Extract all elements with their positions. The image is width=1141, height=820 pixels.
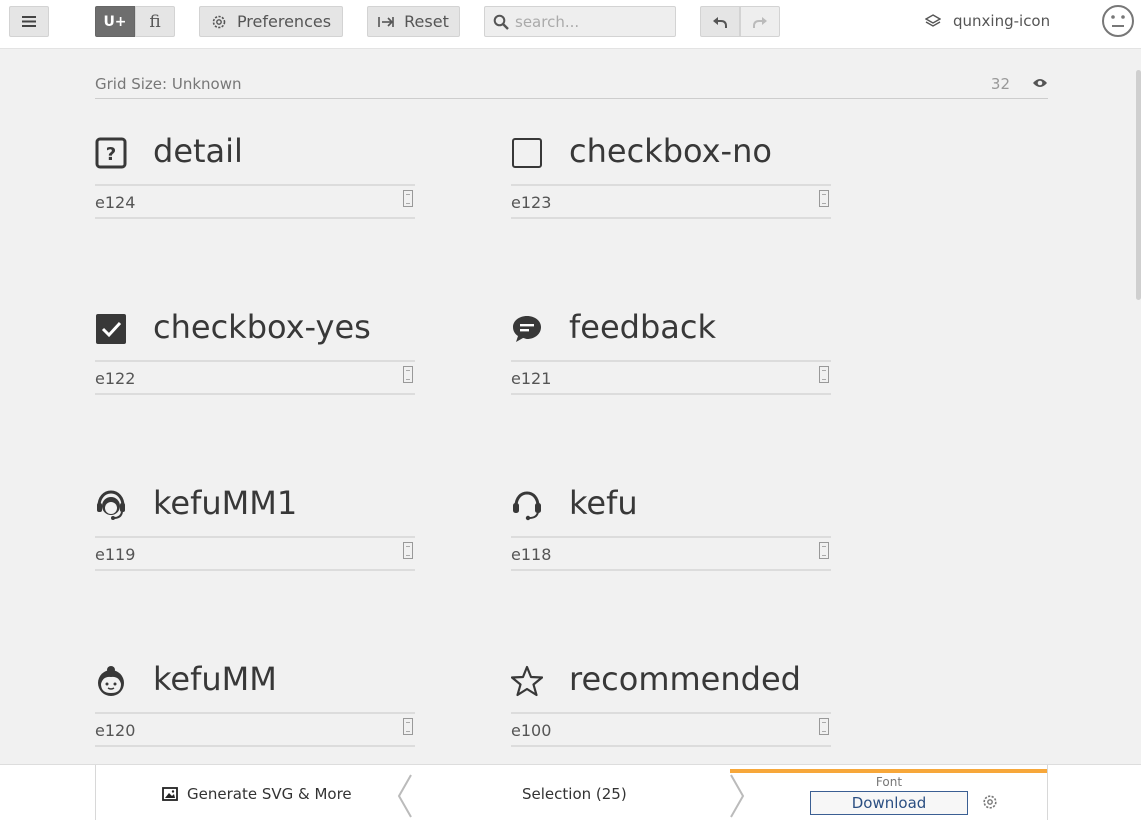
glyph-code-field[interactable]: e120 bbox=[95, 712, 415, 747]
search-input[interactable] bbox=[515, 12, 675, 31]
glyph-name[interactable]: kefu bbox=[569, 484, 638, 522]
svg-text:?: ? bbox=[106, 144, 116, 165]
generate-svg-button[interactable]: Generate SVG & More bbox=[162, 785, 352, 803]
gear-icon[interactable] bbox=[982, 794, 998, 810]
copy-icon[interactable] bbox=[403, 366, 413, 383]
image-icon bbox=[162, 787, 178, 801]
glyph-name[interactable]: checkbox-no bbox=[569, 132, 772, 170]
download-button[interactable]: Download bbox=[810, 791, 968, 815]
glyph-name[interactable]: checkbox-yes bbox=[153, 308, 371, 346]
glyph-item[interactable]: kefuMM1 e119 bbox=[95, 484, 415, 581]
checkbox-checked-icon bbox=[96, 314, 126, 344]
preferences-button[interactable]: Preferences bbox=[199, 6, 343, 37]
glyph-code-field[interactable]: e119 bbox=[95, 536, 415, 571]
gear-icon bbox=[212, 15, 226, 28]
search-icon bbox=[493, 14, 509, 30]
checkbox-empty-icon bbox=[512, 138, 542, 168]
copy-icon[interactable] bbox=[403, 190, 413, 207]
headset-agent-icon bbox=[97, 490, 125, 520]
glyph-code[interactable]: e119 bbox=[95, 545, 135, 564]
glyph-name[interactable]: kefuMM bbox=[153, 660, 277, 698]
glyph-code[interactable]: e100 bbox=[511, 721, 551, 740]
project-selector[interactable]: qunxing-icon bbox=[925, 10, 1050, 32]
glyph-code-field[interactable]: e122 bbox=[95, 360, 415, 395]
reset-button[interactable]: Reset bbox=[367, 6, 460, 37]
glyph-item[interactable]: ? detail e124 bbox=[95, 132, 415, 229]
glyph-name[interactable]: detail bbox=[153, 132, 243, 170]
reset-arrow-icon bbox=[378, 16, 394, 27]
redo-button[interactable] bbox=[740, 6, 780, 37]
project-name: qunxing-icon bbox=[953, 12, 1051, 30]
divider bbox=[1047, 765, 1048, 820]
copy-icon[interactable] bbox=[819, 366, 829, 383]
undo-icon bbox=[713, 16, 727, 28]
glyph-code[interactable]: e120 bbox=[95, 721, 135, 740]
copy-icon[interactable] bbox=[819, 718, 829, 735]
chat-bubble-icon bbox=[513, 316, 541, 342]
search-box[interactable] bbox=[484, 6, 676, 37]
glyph-code[interactable]: e124 bbox=[95, 193, 135, 212]
hamburger-icon bbox=[22, 16, 36, 27]
glyph-item[interactable]: checkbox-yes e122 bbox=[95, 308, 415, 405]
glyph-item[interactable]: kefu e118 bbox=[511, 484, 831, 581]
grid-size-label: Grid Size: Unknown bbox=[95, 75, 242, 93]
question-square-icon: ? bbox=[95, 137, 127, 169]
chevron-left-icon bbox=[397, 774, 412, 818]
glyph-code[interactable]: e118 bbox=[511, 545, 551, 564]
selection-button[interactable]: Selection (25) bbox=[522, 785, 627, 803]
woman-face-icon bbox=[98, 666, 124, 696]
headset-icon bbox=[513, 491, 541, 521]
glyph-code-field[interactable]: e123 bbox=[511, 184, 831, 219]
glyph-item[interactable]: kefuMM e120 bbox=[95, 660, 415, 757]
glyph-code-field[interactable]: e100 bbox=[511, 712, 831, 747]
glyph-item[interactable]: recommended e100 bbox=[511, 660, 831, 757]
glyph-code-field[interactable]: e124 bbox=[95, 184, 415, 219]
ligature-mode-toggle[interactable]: fi bbox=[135, 6, 175, 37]
star-outline-icon bbox=[511, 665, 543, 697]
glyph-code-field[interactable]: e118 bbox=[511, 536, 831, 571]
copy-icon[interactable] bbox=[819, 190, 829, 207]
grid-size-bar: Grid Size: Unknown 32 bbox=[95, 74, 1048, 99]
divider bbox=[95, 765, 96, 820]
preferences-label: Preferences bbox=[236, 12, 332, 31]
copy-icon[interactable] bbox=[819, 542, 829, 559]
copy-icon[interactable] bbox=[403, 542, 413, 559]
top-toolbar: U+ fi Preferences Reset qunxing-icon bbox=[0, 0, 1141, 49]
glyph-name[interactable]: recommended bbox=[569, 660, 801, 698]
unicode-mode-toggle[interactable]: U+ bbox=[95, 6, 135, 37]
copy-icon[interactable] bbox=[403, 718, 413, 735]
glyph-item[interactable]: feedback e121 bbox=[511, 308, 831, 405]
generate-label: Generate SVG & More bbox=[187, 785, 352, 803]
glyph-code[interactable]: e121 bbox=[511, 369, 551, 388]
redo-icon bbox=[753, 16, 767, 28]
bottom-bar: Generate SVG & More Selection (25) Font … bbox=[0, 764, 1141, 820]
menu-button[interactable] bbox=[9, 6, 49, 37]
undo-button[interactable] bbox=[700, 6, 740, 37]
glyph-name[interactable]: kefuMM1 bbox=[153, 484, 297, 522]
glyph-code[interactable]: e122 bbox=[95, 369, 135, 388]
glyph-item[interactable]: checkbox-no e123 bbox=[511, 132, 831, 229]
eye-icon[interactable] bbox=[1032, 77, 1048, 89]
glyph-code-field[interactable]: e121 bbox=[511, 360, 831, 395]
layers-icon bbox=[925, 14, 941, 27]
glyph-name[interactable]: feedback bbox=[569, 308, 716, 346]
font-download-panel: Font Download bbox=[730, 769, 1048, 820]
glyph-code[interactable]: e123 bbox=[511, 193, 551, 212]
reset-label: Reset bbox=[404, 12, 449, 31]
grid-size-value[interactable]: 32 bbox=[991, 75, 1010, 93]
neutral-face-icon[interactable] bbox=[1101, 4, 1135, 38]
font-label: Font bbox=[875, 775, 903, 789]
vertical-scrollbar[interactable] bbox=[1136, 70, 1141, 300]
